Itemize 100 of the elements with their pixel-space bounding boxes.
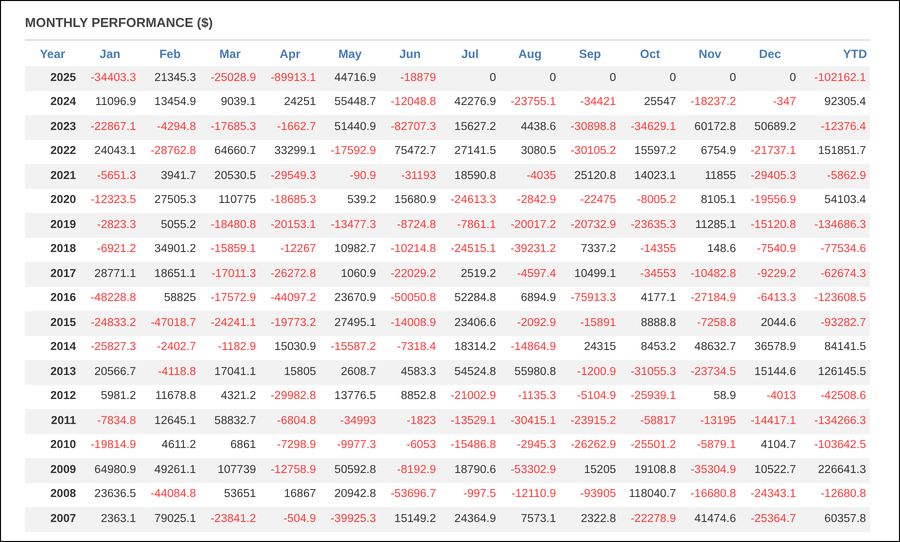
table-cell: -9977.3 bbox=[320, 434, 380, 458]
table-cell: 24315 bbox=[560, 336, 620, 360]
table-cell: 0 bbox=[560, 66, 620, 90]
table-cell: 58832.7 bbox=[200, 409, 260, 434]
table-cell: -5879.1 bbox=[680, 434, 740, 458]
table-cell: -7298.9 bbox=[260, 434, 320, 458]
table-cell: -1182.9 bbox=[200, 336, 260, 360]
table-cell: 49261.1 bbox=[140, 458, 200, 482]
table-cell: -53302.9 bbox=[500, 458, 560, 482]
table-cell: 20530.5 bbox=[200, 164, 260, 188]
table-cell: -2842.9 bbox=[500, 188, 560, 213]
table-cell: 44716.9 bbox=[320, 66, 380, 90]
table-cell: 54524.8 bbox=[440, 360, 500, 384]
table-cell: 15680.9 bbox=[380, 188, 440, 213]
table-cell: -30898.8 bbox=[560, 115, 620, 140]
table-cell: 4438.6 bbox=[500, 115, 560, 140]
table-cell: 6861 bbox=[200, 434, 260, 458]
table-cell: 11678.8 bbox=[140, 384, 200, 409]
table-cell: 8888.8 bbox=[620, 311, 680, 336]
table-cell: 10499.1 bbox=[560, 262, 620, 286]
column-header: Year bbox=[25, 41, 80, 66]
table-cell: 23670.9 bbox=[320, 286, 380, 311]
table-cell: -34993 bbox=[320, 409, 380, 434]
table-cell: -6804.8 bbox=[260, 409, 320, 434]
table-cell: 15030.9 bbox=[260, 336, 320, 360]
table-cell: 24043.1 bbox=[80, 140, 140, 164]
table-cell: -16680.8 bbox=[680, 482, 740, 507]
table-cell: -31193 bbox=[380, 164, 440, 188]
table-cell: -7834.8 bbox=[80, 409, 140, 434]
table-cell: -14417.1 bbox=[740, 409, 800, 434]
table-cell: 24364.9 bbox=[440, 507, 500, 532]
table-cell: 16867 bbox=[260, 482, 320, 507]
column-header: Jun bbox=[380, 41, 440, 66]
table-cell: -1200.9 bbox=[560, 360, 620, 384]
table-cell: 7337.2 bbox=[560, 238, 620, 262]
column-header: Mar bbox=[200, 41, 260, 66]
table-cell: -7258.8 bbox=[680, 311, 740, 336]
table-cell: -12376.4 bbox=[800, 115, 870, 140]
table-cell: 0 bbox=[500, 66, 560, 90]
table-cell: -134266.3 bbox=[800, 409, 870, 434]
table-cell: -34403.3 bbox=[80, 66, 140, 90]
table-cell: -25501.2 bbox=[620, 434, 680, 458]
table-cell: -53696.7 bbox=[380, 482, 440, 507]
table-cell: 8105.1 bbox=[680, 188, 740, 213]
table-cell: -9229.2 bbox=[740, 262, 800, 286]
table-cell: -17572.9 bbox=[200, 286, 260, 311]
table-cell: -28762.8 bbox=[140, 140, 200, 164]
table-cell: -20153.1 bbox=[260, 213, 320, 238]
table-cell: -82707.3 bbox=[380, 115, 440, 140]
table-cell: -123608.5 bbox=[800, 286, 870, 311]
table-cell: -25028.9 bbox=[200, 66, 260, 90]
table-cell: 41474.6 bbox=[680, 507, 740, 532]
table-cell: 17041.1 bbox=[200, 360, 260, 384]
table-cell: -39231.2 bbox=[500, 238, 560, 262]
table-cell: 6894.9 bbox=[500, 286, 560, 311]
table-cell: 3941.7 bbox=[140, 164, 200, 188]
year-cell: 2020 bbox=[25, 188, 80, 213]
table-cell: -12680.8 bbox=[800, 482, 870, 507]
table-cell: -7318.4 bbox=[380, 336, 440, 360]
table-cell: -7861.1 bbox=[440, 213, 500, 238]
table-cell: 126145.5 bbox=[800, 360, 870, 384]
table-cell: 151851.7 bbox=[800, 140, 870, 164]
table-cell: 60172.8 bbox=[680, 115, 740, 140]
table-cell: -5104.9 bbox=[560, 384, 620, 409]
table-cell: 12645.1 bbox=[140, 409, 200, 434]
table-cell: -2402.7 bbox=[140, 336, 200, 360]
table-cell: 42276.9 bbox=[440, 90, 500, 115]
table-cell: -14355 bbox=[620, 238, 680, 262]
table-cell: 13776.5 bbox=[320, 384, 380, 409]
column-header: Aug bbox=[500, 41, 560, 66]
table-cell: 27141.5 bbox=[440, 140, 500, 164]
table-cell: 23406.6 bbox=[440, 311, 500, 336]
table-cell: 27495.1 bbox=[320, 311, 380, 336]
table-cell: 84141.5 bbox=[800, 336, 870, 360]
year-cell: 2009 bbox=[25, 458, 80, 482]
table-cell: -4118.8 bbox=[140, 360, 200, 384]
table-cell: -26262.9 bbox=[560, 434, 620, 458]
table-cell: -102162.1 bbox=[800, 66, 870, 90]
table-cell: -15859.1 bbox=[200, 238, 260, 262]
table-cell: -1662.7 bbox=[260, 115, 320, 140]
table-cell: -25939.1 bbox=[620, 384, 680, 409]
table-cell: -4294.8 bbox=[140, 115, 200, 140]
table-cell: -34629.1 bbox=[620, 115, 680, 140]
table-cell: -30415.1 bbox=[500, 409, 560, 434]
table-cell: -22867.1 bbox=[80, 115, 140, 140]
year-cell: 2019 bbox=[25, 213, 80, 238]
table-cell: -93905 bbox=[560, 482, 620, 507]
table-cell: -26272.8 bbox=[260, 262, 320, 286]
table-cell: -29549.3 bbox=[260, 164, 320, 188]
table-cell: -8192.9 bbox=[380, 458, 440, 482]
table-cell: -75913.3 bbox=[560, 286, 620, 311]
column-header: May bbox=[320, 41, 380, 66]
table-cell: -17592.9 bbox=[320, 140, 380, 164]
table-cell: 226641.3 bbox=[800, 458, 870, 482]
table-cell: -17011.3 bbox=[200, 262, 260, 286]
year-cell: 2013 bbox=[25, 360, 80, 384]
table-cell: -13529.1 bbox=[440, 409, 500, 434]
year-cell: 2015 bbox=[25, 311, 80, 336]
table-cell: -24241.1 bbox=[200, 311, 260, 336]
table-cell: -12758.9 bbox=[260, 458, 320, 482]
